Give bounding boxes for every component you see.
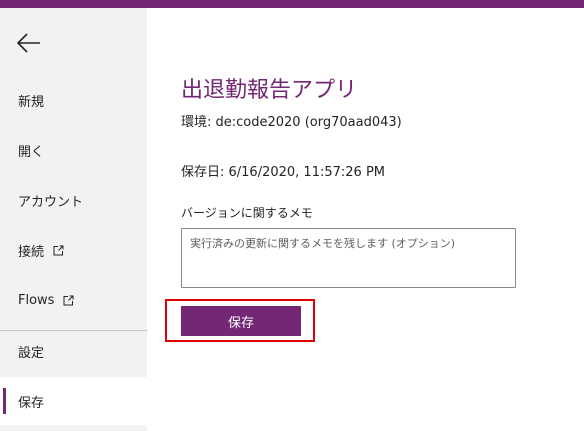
- version-memo-input[interactable]: [181, 228, 516, 288]
- environment-text: 環境: de:code2020 (org70aad043): [181, 115, 402, 130]
- sidebar-item-open[interactable]: 開く: [0, 126, 147, 174]
- sidebar-item-label: 保存: [18, 395, 45, 411]
- sidebar-item-label: 開く: [18, 144, 45, 160]
- saved-date-text: 保存日: 6/16/2020, 11:57:26 PM: [181, 165, 386, 180]
- sidebar-item-label: 接続: [18, 244, 45, 260]
- arrow-left-icon[interactable]: [14, 28, 44, 58]
- sidebar: 新規 開く アカウント 接続 Flows 設定 保存: [0, 8, 147, 431]
- sidebar-item-label: 新規: [18, 94, 45, 110]
- memo-label: バージョンに関するメモ: [181, 206, 313, 220]
- sidebar-item-save[interactable]: 保存: [0, 377, 147, 425]
- sidebar-item-new[interactable]: 新規: [0, 76, 147, 124]
- top-accent-bar: [0, 0, 584, 8]
- save-panel: 出退勤報告アプリ 環境: de:code2020 (org70aad043) 保…: [147, 8, 584, 431]
- external-link-icon: [53, 245, 64, 255]
- sidebar-item-account[interactable]: アカウント: [0, 176, 147, 224]
- page-title: 出退勤報告アプリ: [181, 78, 358, 103]
- sidebar-item-connections[interactable]: 接続: [0, 226, 147, 274]
- sidebar-item-label: 設定: [18, 345, 45, 361]
- sidebar-item-label: アカウント: [18, 194, 84, 210]
- sidebar-item-flows[interactable]: Flows: [0, 276, 147, 324]
- save-button[interactable]: 保存: [181, 306, 301, 336]
- sidebar-item-label: Flows: [18, 292, 55, 308]
- external-link-icon: [63, 295, 74, 305]
- sidebar-item-settings[interactable]: 設定: [0, 327, 147, 375]
